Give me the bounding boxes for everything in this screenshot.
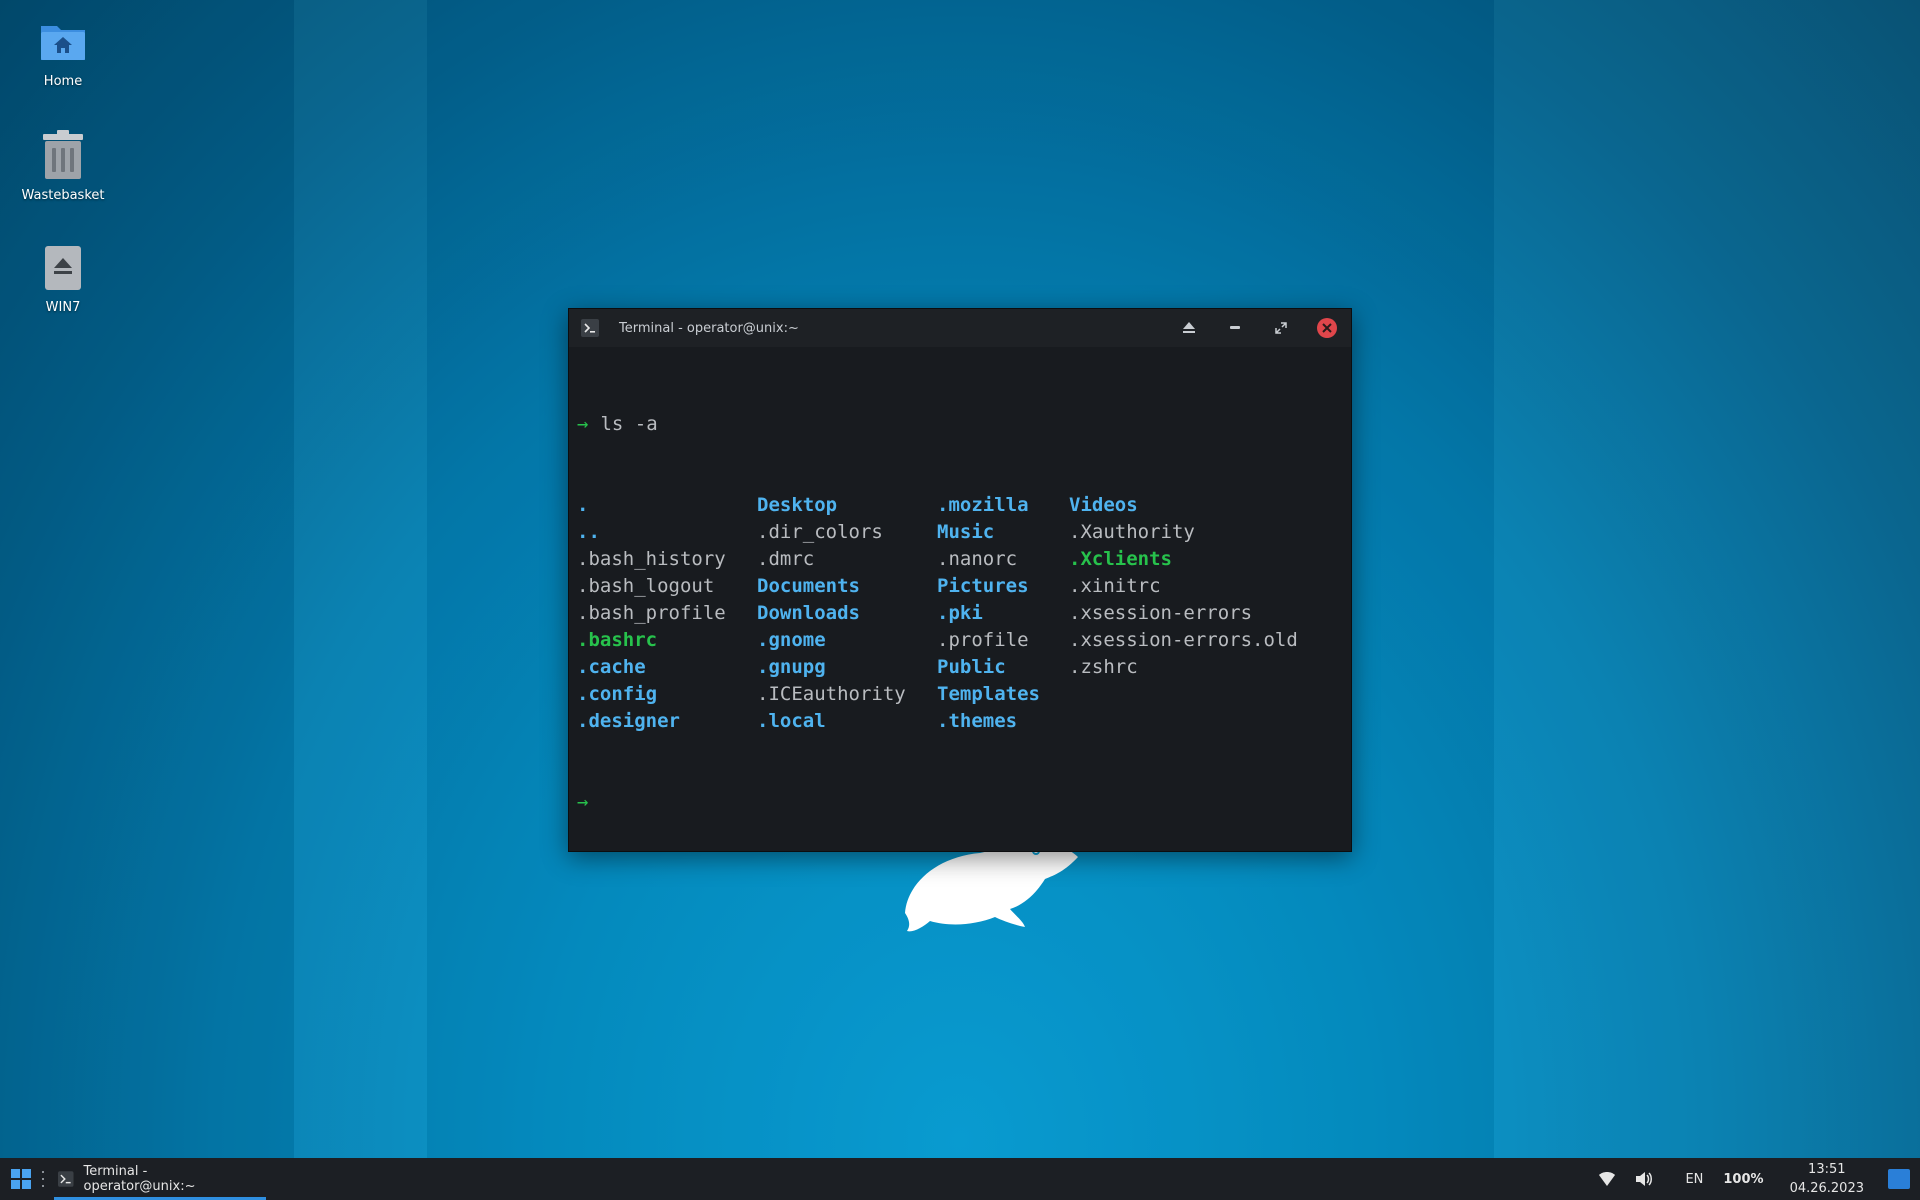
ls-entry: .dir_colors	[757, 521, 883, 543]
ls-entry: Downloads	[757, 602, 860, 624]
ls-entry: .cache	[577, 656, 646, 678]
wifi-icon	[1599, 1172, 1616, 1186]
speaker-icon	[1636, 1172, 1653, 1186]
clock-date: 04.26.2023	[1789, 1181, 1864, 1196]
ls-entry: Templates	[937, 683, 1040, 705]
ls-entry: ..	[577, 521, 600, 543]
ls-entry: .pki	[937, 602, 983, 624]
battery-indicator[interactable]: 100%	[1723, 1172, 1763, 1187]
maximize-button[interactable]	[1267, 314, 1295, 342]
ls-entry: .Xclients	[1069, 548, 1172, 570]
ls-empty-cell	[1069, 681, 1343, 708]
maximize-icon	[1275, 322, 1287, 334]
network-indicator[interactable]	[1599, 1172, 1616, 1186]
volume-control[interactable]	[1635, 1171, 1653, 1187]
command-text: ls -a	[600, 413, 658, 435]
minimize-button[interactable]	[1221, 314, 1249, 342]
taskbar-item-label: Terminal - operator@unix:~	[83, 1164, 196, 1194]
terminal-icon	[581, 319, 599, 337]
ls-empty-cell	[1069, 708, 1343, 735]
ls-entry: .config	[577, 683, 658, 705]
terminal-window[interactable]: Terminal - operator@unix:~ → ls -a . Des…	[568, 308, 1352, 852]
ls-entry: .zshrc	[1069, 656, 1138, 678]
prompt-arrow: →	[577, 413, 589, 435]
ls-entry: .	[577, 494, 589, 516]
ls-entry: .nanorc	[937, 548, 1018, 570]
desktop-icon-label: Wastebasket	[21, 188, 105, 203]
ls-entry: .mozilla	[937, 494, 1029, 516]
desktop-icon-home[interactable]: Home	[8, 18, 118, 89]
desktop-icon-win7[interactable]: WIN7	[8, 244, 118, 315]
command-line: → ls -a	[577, 411, 1343, 438]
close-icon	[1317, 318, 1337, 338]
ls-entry: .bash_logout	[577, 575, 715, 597]
home-folder-icon	[41, 26, 85, 60]
clock-time: 13:51	[1808, 1162, 1846, 1177]
taskbar: Terminal - operator@unix:~ EN 100% 13:51…	[0, 1158, 1920, 1200]
ls-entry: .Xauthority	[1069, 521, 1195, 543]
ls-entry: .gnupg	[757, 656, 826, 678]
windows-logo-icon	[11, 1169, 31, 1189]
show-desktop-button[interactable]	[1888, 1169, 1910, 1189]
ls-entry: Pictures	[937, 575, 1029, 597]
terminal-icon	[58, 1171, 74, 1187]
system-tray: EN 100% 13:51 04.26.2023	[1589, 1158, 1920, 1200]
ls-entry: .ICEauthority	[757, 683, 906, 705]
ls-entry: Music	[937, 521, 995, 543]
ls-entry: .gnome	[757, 629, 826, 651]
close-button[interactable]	[1313, 314, 1341, 342]
trash-icon	[43, 130, 83, 179]
ls-entry: .themes	[937, 710, 1018, 732]
ls-entry: .bash_history	[577, 548, 726, 570]
empty-prompt-line[interactable]: →	[577, 789, 1343, 816]
ls-entry: Documents	[757, 575, 860, 597]
ls-entry: .xsession-errors	[1069, 602, 1253, 624]
ls-entry: .profile	[937, 629, 1029, 651]
ls-entry: Videos	[1069, 494, 1138, 516]
taskbar-item-terminal[interactable]: Terminal - operator@unix:~	[54, 1158, 266, 1200]
ls-entry: .xinitrc	[1069, 575, 1161, 597]
terminal-output[interactable]: → ls -a . Desktop .mozilla Videos.. .dir_colo…	[569, 347, 1351, 880]
ls-entry: Desktop	[757, 494, 838, 516]
prompt-arrow: →	[577, 791, 589, 813]
clock[interactable]: 13:51 04.26.2023	[1790, 1160, 1864, 1198]
desktop-icon-label: WIN7	[45, 300, 81, 315]
keyboard-layout[interactable]: EN	[1685, 1172, 1703, 1187]
ls-entry: Public	[937, 656, 1006, 678]
shade-button[interactable]	[1175, 314, 1203, 342]
minimize-icon	[1230, 326, 1240, 329]
window-titlebar[interactable]: Terminal - operator@unix:~	[569, 309, 1351, 347]
ls-listing: . Desktop .mozilla Videos.. .dir_colors Music…	[577, 492, 1343, 735]
ls-entry: .local	[757, 710, 826, 732]
desktop-icon-label: Home	[43, 74, 83, 89]
ls-entry: .xsession-errors.old	[1069, 629, 1298, 651]
ls-entry: .bashrc	[577, 629, 658, 651]
ls-entry: .dmrc	[757, 548, 815, 570]
window-title: Terminal - operator@unix:~	[619, 320, 799, 336]
ls-entry: .designer	[577, 710, 680, 732]
taskbar-handle[interactable]	[42, 1171, 48, 1187]
ls-entry: .bash_profile	[577, 602, 726, 624]
eject-drive-icon	[45, 246, 81, 290]
eject-icon	[1183, 322, 1195, 333]
start-menu-button[interactable]	[0, 1158, 42, 1200]
desktop-icon-wastebasket[interactable]: Wastebasket	[8, 128, 118, 203]
